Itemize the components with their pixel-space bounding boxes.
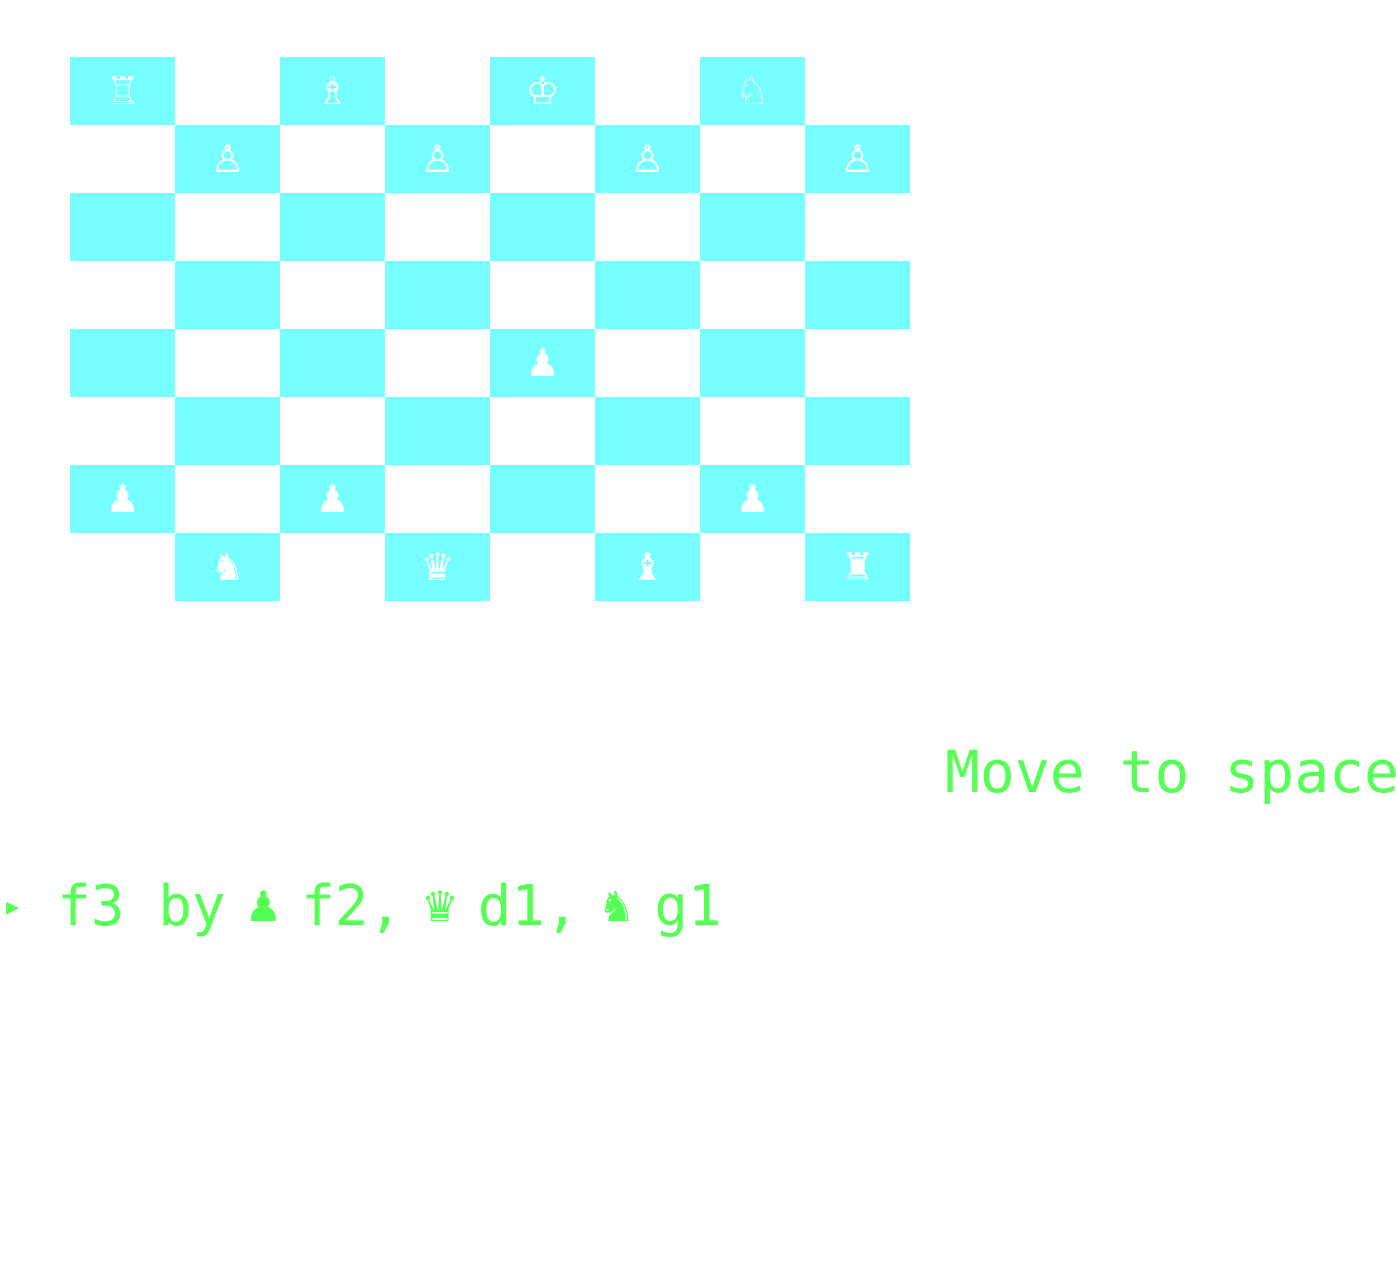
- board-square-c2[interactable]: ♟: [280, 465, 385, 533]
- white-pawn-icon[interactable]: ♙: [630, 140, 664, 178]
- board-square-d4[interactable]: [385, 329, 490, 397]
- board-square-a2[interactable]: ♟: [70, 465, 175, 533]
- chess-board: ♖ ♗ ♔ ♘ ♙ ♙ ♙ ♙ ♟ ♟ ♟ ♟ ♞ ♛ ♝ ♜: [70, 57, 910, 601]
- board-square-f7[interactable]: ♙: [595, 125, 700, 193]
- board-square-c1[interactable]: [280, 533, 385, 601]
- move-target: f3 by: [57, 874, 226, 939]
- white-rook-icon[interactable]: ♖: [105, 72, 139, 110]
- black-pawn-icon[interactable]: ♟: [735, 480, 769, 518]
- board-square-e5[interactable]: [490, 261, 595, 329]
- board-square-b6[interactable]: [175, 193, 280, 261]
- board-square-c7[interactable]: [280, 125, 385, 193]
- board-square-a5[interactable]: [70, 261, 175, 329]
- board-square-d3[interactable]: [385, 397, 490, 465]
- board-square-e6[interactable]: [490, 193, 595, 261]
- board-square-h8[interactable]: [805, 57, 910, 125]
- board-square-d8[interactable]: [385, 57, 490, 125]
- move-source-square: g1: [654, 874, 722, 939]
- board-square-e7[interactable]: [490, 125, 595, 193]
- board-square-e4[interactable]: ♟: [490, 329, 595, 397]
- board-square-f1[interactable]: ♝: [595, 533, 700, 601]
- board-square-b8[interactable]: [175, 57, 280, 125]
- board-square-b1[interactable]: ♞: [175, 533, 280, 601]
- move-option[interactable]: ▸ f3 by ♟ f2, ♛ d1, ♞ g1: [6, 874, 722, 939]
- board-square-h4[interactable]: [805, 329, 910, 397]
- board-square-a3[interactable]: [70, 397, 175, 465]
- board-square-b4[interactable]: [175, 329, 280, 397]
- board-square-f2[interactable]: [595, 465, 700, 533]
- board-square-h5[interactable]: [805, 261, 910, 329]
- black-rook-icon[interactable]: ♜: [840, 548, 874, 586]
- white-pawn-icon[interactable]: ♙: [840, 140, 874, 178]
- board-square-h3[interactable]: [805, 397, 910, 465]
- selection-arrow-icon: ▸: [6, 891, 20, 922]
- board-square-a4[interactable]: [70, 329, 175, 397]
- board-square-g4[interactable]: [700, 329, 805, 397]
- white-king-icon[interactable]: ♔: [525, 72, 559, 110]
- board-square-d5[interactable]: [385, 261, 490, 329]
- black-pawn-icon[interactable]: ♟: [525, 344, 559, 382]
- board-square-a7[interactable]: [70, 125, 175, 193]
- board-square-a1[interactable]: [70, 533, 175, 601]
- white-bishop-icon[interactable]: ♗: [315, 72, 349, 110]
- move-source-square: f2,: [301, 874, 403, 939]
- board-square-e8[interactable]: ♔: [490, 57, 595, 125]
- white-pawn-icon[interactable]: ♙: [420, 140, 454, 178]
- board-square-h1[interactable]: ♜: [805, 533, 910, 601]
- board-square-c5[interactable]: [280, 261, 385, 329]
- white-knight-icon[interactable]: ♘: [735, 72, 769, 110]
- move-source-square: d1,: [477, 874, 579, 939]
- move-prompt: Move to space: [945, 738, 1396, 806]
- board-square-a8[interactable]: ♖: [70, 57, 175, 125]
- black-queen-icon: ♛: [421, 882, 459, 931]
- board-square-f8[interactable]: [595, 57, 700, 125]
- board-square-d6[interactable]: [385, 193, 490, 261]
- black-pawn-icon: ♟: [244, 882, 283, 931]
- board-square-g6[interactable]: [700, 193, 805, 261]
- black-pawn-icon[interactable]: ♟: [315, 480, 349, 518]
- board-square-c3[interactable]: [280, 397, 385, 465]
- board-square-e2[interactable]: [490, 465, 595, 533]
- board-square-f4[interactable]: [595, 329, 700, 397]
- board-square-d7[interactable]: ♙: [385, 125, 490, 193]
- black-queen-icon[interactable]: ♛: [420, 548, 454, 586]
- board-square-g3[interactable]: [700, 397, 805, 465]
- board-square-d2[interactable]: [385, 465, 490, 533]
- board-square-b2[interactable]: [175, 465, 280, 533]
- board-square-f6[interactable]: [595, 193, 700, 261]
- board-square-a6[interactable]: [70, 193, 175, 261]
- board-square-b5[interactable]: [175, 261, 280, 329]
- board-square-b3[interactable]: [175, 397, 280, 465]
- board-square-c6[interactable]: [280, 193, 385, 261]
- board-square-g2[interactable]: ♟: [700, 465, 805, 533]
- board-square-f5[interactable]: [595, 261, 700, 329]
- board-square-e1[interactable]: [490, 533, 595, 601]
- board-square-c4[interactable]: [280, 329, 385, 397]
- board-square-e3[interactable]: [490, 397, 595, 465]
- board-square-c8[interactable]: ♗: [280, 57, 385, 125]
- board-square-h2[interactable]: [805, 465, 910, 533]
- board-square-b7[interactable]: ♙: [175, 125, 280, 193]
- black-pawn-icon[interactable]: ♟: [105, 480, 139, 518]
- black-bishop-icon[interactable]: ♝: [630, 548, 664, 586]
- white-pawn-icon[interactable]: ♙: [210, 140, 244, 178]
- board-square-h6[interactable]: [805, 193, 910, 261]
- board-square-g5[interactable]: [700, 261, 805, 329]
- board-square-h7[interactable]: ♙: [805, 125, 910, 193]
- black-knight-icon[interactable]: ♞: [210, 548, 244, 586]
- board-square-g7[interactable]: [700, 125, 805, 193]
- board-square-g1[interactable]: [700, 533, 805, 601]
- board-square-g8[interactable]: ♘: [700, 57, 805, 125]
- board-square-d1[interactable]: ♛: [385, 533, 490, 601]
- board-square-f3[interactable]: [595, 397, 700, 465]
- black-knight-icon: ♞: [597, 882, 636, 931]
